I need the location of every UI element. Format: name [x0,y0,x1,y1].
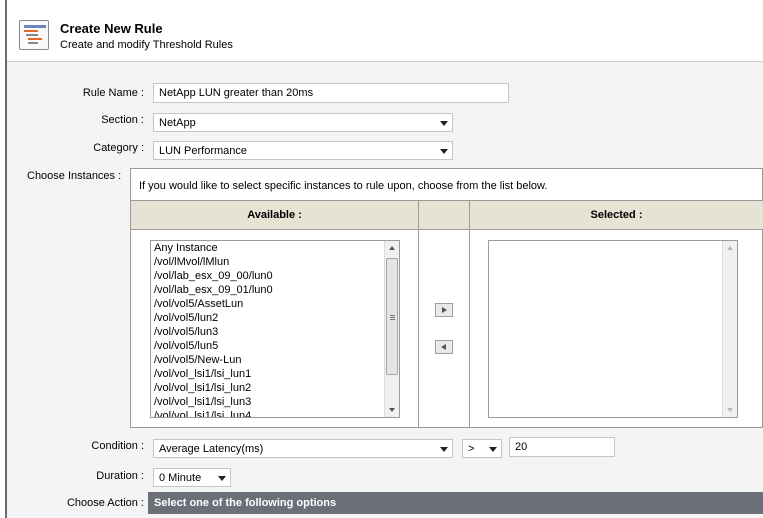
scroll-down-icon[interactable] [389,408,395,412]
instances-hint: If you would like to select specific ins… [139,180,548,192]
scroll-up-icon[interactable] [389,246,395,250]
condition-metric-value: Average Latency(ms) [159,443,264,455]
condition-operator-select[interactable]: > [462,439,502,458]
rule-name-input[interactable] [153,83,509,103]
column-divider [418,200,419,428]
list-item[interactable]: /vol/vol5/New-Lun [151,353,399,367]
list-item[interactable]: /vol/lab_esx_09_01/lun0 [151,283,399,297]
list-item[interactable]: /vol/vol_lsi1/lsi_lun2 [151,381,399,395]
category-select[interactable]: LUN Performance [153,141,453,160]
chevron-down-icon [218,476,226,481]
chevron-down-icon [440,121,448,126]
condition-metric-select[interactable]: Average Latency(ms) [153,439,453,458]
move-column-header [419,200,469,230]
scroll-down-icon[interactable] [727,408,733,412]
condition-value-input[interactable] [509,437,615,457]
grip-icon [390,315,395,316]
list-item[interactable]: /vol/vol5/lun2 [151,311,399,325]
category-label: Category : [93,142,144,154]
condition-label: Condition : [91,440,144,452]
arrow-right-icon [442,307,447,313]
column-divider [469,200,470,428]
rule-form: Rule Name : Section : NetApp Category : … [7,63,763,518]
list-item[interactable]: /vol/vol5/lun5 [151,339,399,353]
add-selected-button[interactable] [435,303,453,317]
rule-name-label: Rule Name : [82,87,144,99]
action-options-bar[interactable]: Select one of the following options [148,492,763,514]
page-header: Create New Rule Create and modify Thresh… [7,0,763,62]
list-item[interactable]: /vol/vol_lsi1/lsi_lun1 [151,367,399,381]
arrow-left-icon [441,344,446,350]
rules-document-icon [19,20,49,50]
available-scrollbar[interactable] [384,241,399,417]
selected-scrollbar[interactable] [722,241,737,417]
chevron-down-icon [440,149,448,154]
instances-panel: If you would like to select specific ins… [130,168,763,428]
list-item[interactable]: Any Instance [151,241,399,255]
scroll-up-icon[interactable] [727,246,733,250]
list-item[interactable]: /vol/lMvol/lMlun [151,255,399,269]
chevron-down-icon [489,447,497,452]
page-title: Create New Rule [60,21,163,36]
chevron-down-icon [440,447,448,452]
duration-select[interactable]: 0 Minute [153,468,231,487]
section-label: Section : [101,114,144,126]
list-item[interactable]: /vol/vol_lsi1/lsi_lun4 [151,409,399,417]
category-select-value: LUN Performance [159,145,248,157]
list-item[interactable]: /vol/lab_esx_09_00/lun0 [151,269,399,283]
duration-label: Duration : [96,470,144,482]
remove-selected-button[interactable] [435,340,453,354]
scroll-thumb[interactable] [386,258,398,375]
selected-listbox[interactable] [488,240,738,418]
available-header: Available : [131,200,418,230]
section-select-value: NetApp [159,117,196,129]
duration-select-value: 0 Minute [159,472,202,484]
available-listbox[interactable]: Any Instance/vol/lMvol/lMlun/vol/lab_esx… [150,240,400,418]
selected-header: Selected : [470,200,763,230]
choose-action-label: Choose Action : [66,497,144,509]
section-select[interactable]: NetApp [153,113,453,132]
condition-operator-value: > [468,443,475,455]
available-items: Any Instance/vol/lMvol/lMlun/vol/lab_esx… [151,241,399,417]
list-item[interactable]: /vol/vol_lsi1/lsi_lun3 [151,395,399,409]
list-item[interactable]: /vol/vol5/lun3 [151,325,399,339]
page-subtitle: Create and modify Threshold Rules [60,39,233,51]
choose-instances-label: Choose Instances : [27,170,122,182]
list-item[interactable]: /vol/vol5/AssetLun [151,297,399,311]
